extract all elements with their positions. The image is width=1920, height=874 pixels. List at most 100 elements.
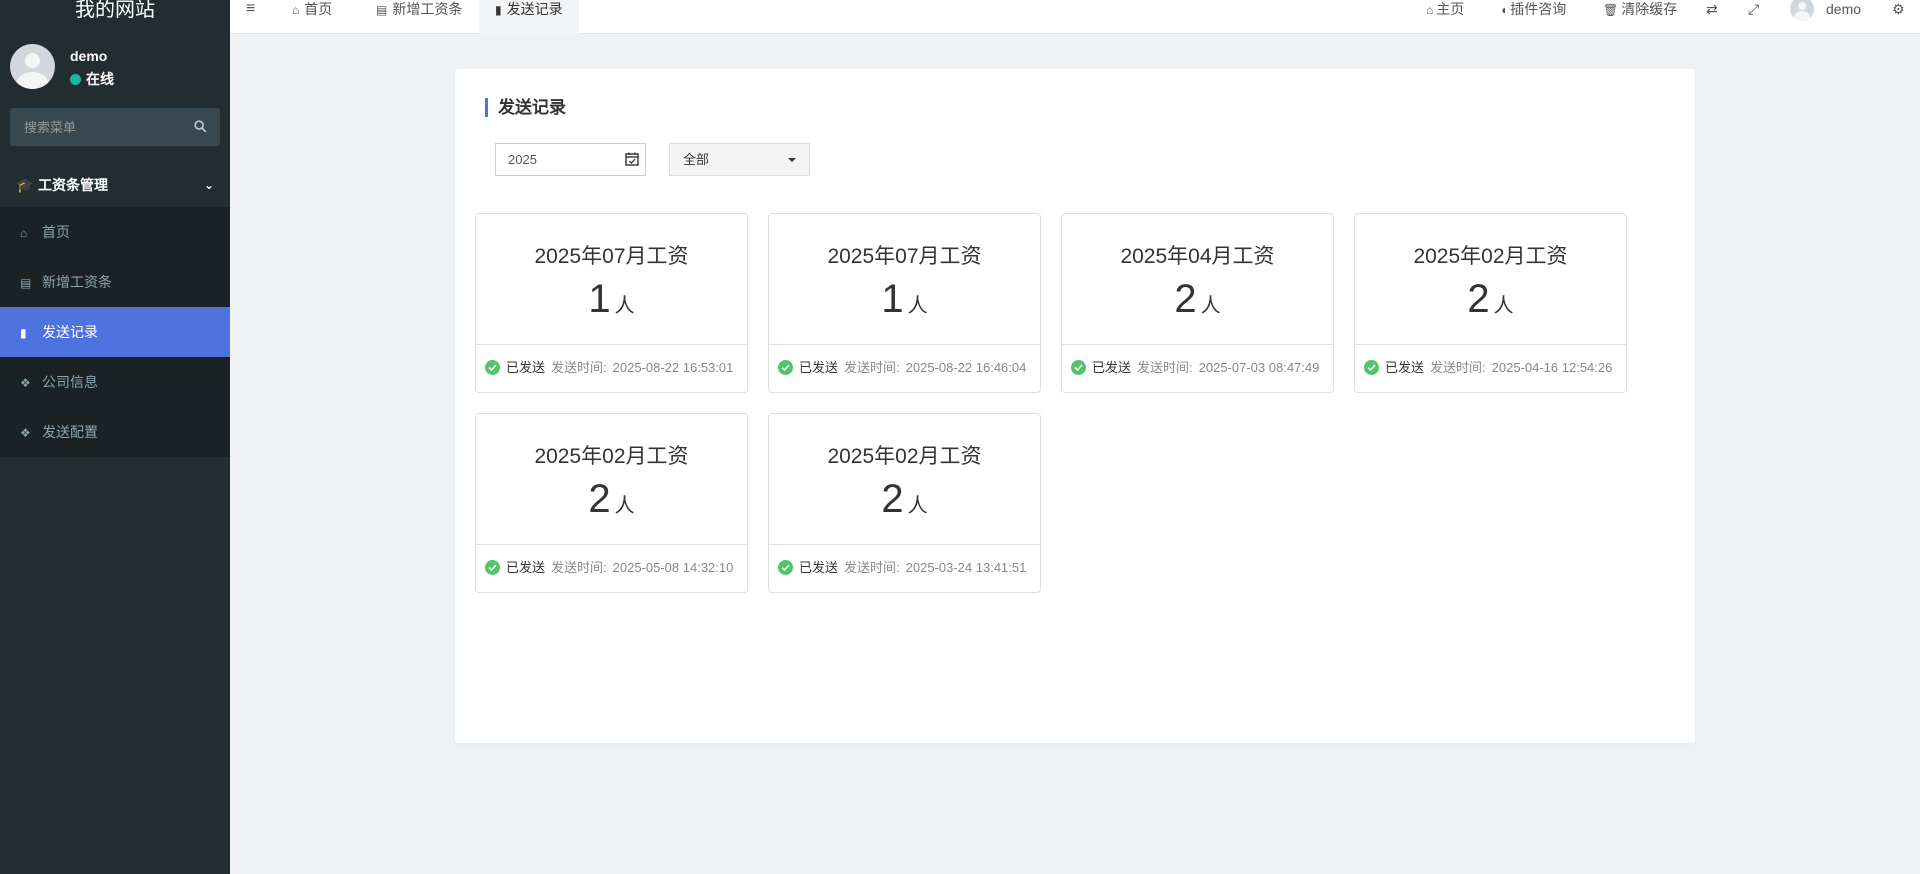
- qq-icon: ◖: [1500, 3, 1508, 17]
- record-count-number: 2: [1467, 277, 1490, 321]
- record-count: 1人: [769, 277, 1040, 322]
- record-time-label: 发送时间:: [844, 560, 900, 575]
- user-status: 在线: [70, 69, 114, 89]
- check-circle-icon: [778, 560, 793, 575]
- form-icon: ▤: [376, 3, 388, 17]
- record-count-number: 2: [1174, 277, 1197, 321]
- record-count: 2人: [476, 477, 747, 522]
- record-time: 2025-07-03 08:47:49: [1198, 360, 1320, 375]
- year-input[interactable]: [496, 144, 616, 175]
- tab-home[interactable]: ⌂ 首页: [276, 0, 348, 34]
- user-name: demo: [70, 48, 108, 64]
- user-status-label: 在线: [86, 71, 114, 87]
- record-footer: 已发送 发送时间: 2025-04-16 12:54:26: [1355, 344, 1626, 392]
- sidebar-item-send-config[interactable]: ❖ 发送配置: [0, 407, 230, 457]
- record-time: 2025-05-08 14:32:10: [612, 560, 734, 575]
- record-card[interactable]: 2025年02月工资 2人 已发送 发送时间: 2025-03-24 13:41:5…: [768, 413, 1041, 593]
- sidebar-item-label: 发送记录: [42, 324, 98, 340]
- sidebar-item-label: 新增工资条: [42, 274, 112, 290]
- record-time-label: 发送时间:: [844, 360, 900, 375]
- cubes-icon: ❖: [20, 426, 31, 440]
- send-records-panel: 发送记录 全部 2025年07月工资 1人 已发送发送时间:2025-08-22…: [455, 69, 1695, 743]
- record-time: 2025-04-16 12:54:26: [1491, 360, 1613, 375]
- record-time: 2025-08-22 16:46:04: [905, 360, 1027, 375]
- record-title: 2025年02月工资: [1413, 245, 1568, 268]
- record-time-label: 发送时间:: [551, 360, 607, 375]
- record-count: 2人: [1062, 277, 1333, 322]
- tab-send-records[interactable]: ▮ 发送记录: [479, 0, 579, 34]
- record-count-number: 2: [588, 477, 611, 521]
- record-time-label: 发送时间:: [1430, 360, 1486, 375]
- check-circle-icon: [778, 360, 793, 375]
- file-icon: ▮: [20, 326, 27, 340]
- sidebar-item-send-records[interactable]: ▮ 发送记录: [0, 307, 230, 357]
- record-count-number: 1: [588, 277, 611, 321]
- record-count-unit: 人: [907, 295, 928, 317]
- home-icon: ⌂: [1426, 3, 1434, 17]
- nav-plugin-link[interactable]: ◖ 插件咨询: [1500, 0, 1566, 19]
- record-time: 2025-08-22 16:53:01: [612, 360, 734, 375]
- settings-gears-icon[interactable]: ⚙: [1892, 0, 1905, 18]
- record-title: 2025年02月工资: [534, 445, 689, 468]
- sidebar: 我的网站 demo 在线 🎓工资条管理 ⌄ ⌂ 首页 ▤ 新增工资条 ▮ 发送记录 ❖…: [0, 0, 230, 874]
- sidebar-item-new-payslip[interactable]: ▤ 新增工资条: [0, 257, 230, 307]
- record-card[interactable]: 2025年07月工资 1人 已发送 发送时间: 2025-08-22 16:53:0…: [475, 213, 748, 393]
- home-icon: ⌂: [20, 226, 28, 240]
- record-card[interactable]: 2025年02月工资 2人 已发送 发送时间: 2025-05-08 14:32:1…: [475, 413, 748, 593]
- graduation-cap-icon: 🎓: [16, 177, 34, 193]
- record-time: 2025-03-24 13:41:51: [905, 560, 1027, 575]
- tab-label: 发送记录: [506, 1, 563, 17]
- check-circle-icon: [1071, 360, 1086, 375]
- record-count-unit: 人: [614, 295, 635, 317]
- record-status: 已发送: [506, 360, 546, 375]
- record-count: 1人: [476, 277, 747, 322]
- record-footer: 已发送 发送时间: 2025-08-22 16:46:04: [769, 344, 1040, 392]
- top-navbar: ≡ ⌂ 首页 ▤ 新增工资条 ▮ 发送记录 ⌂ 主页 ◖ 插件咨询 🗑 清除缓存 ⇄ ⤢ d…: [230, 0, 1920, 34]
- tab-new-payslip[interactable]: ▤ 新增工资条: [360, 0, 478, 34]
- year-filter[interactable]: [495, 143, 646, 176]
- nav-home-label: 主页: [1436, 1, 1465, 17]
- record-card[interactable]: 2025年02月工资 2人 已发送 发送时间: 2025-04-16 12:54:2…: [1354, 213, 1627, 393]
- site-brand[interactable]: 我的网站: [0, 0, 230, 22]
- file-icon: ▮: [495, 3, 502, 17]
- status-filter-value: 全部: [683, 152, 710, 167]
- record-count-unit: 人: [1200, 295, 1221, 317]
- sidebar-search: [10, 108, 220, 146]
- avatar[interactable]: [1790, 0, 1814, 21]
- menu-group-salary[interactable]: 🎓 工资条管理 ⌄: [0, 163, 230, 207]
- sidebar-item-company-info[interactable]: ❖ 公司信息: [0, 357, 230, 407]
- record-footer: 已发送 发送时间: 2025-08-22 16:53:01: [476, 344, 747, 392]
- user-panel: demo 在线: [0, 42, 230, 108]
- record-card[interactable]: 2025年04月工资 2人 已发送 发送时间: 2025-07-03 08:47:4…: [1061, 213, 1334, 393]
- fullscreen-icon[interactable]: ⤢: [1748, 0, 1759, 18]
- form-icon: ▤: [20, 276, 32, 290]
- record-footer: 已发送 发送时间: 2025-07-03 08:47:49: [1062, 344, 1333, 392]
- nav-clear-cache[interactable]: 🗑 清除缓存: [1603, 0, 1677, 19]
- tab-label: 新增工资条: [392, 1, 463, 17]
- search-icon[interactable]: [194, 120, 207, 133]
- language-icon[interactable]: ⇄: [1706, 0, 1718, 18]
- cubes-icon: ❖: [20, 376, 31, 390]
- record-count-unit: 人: [907, 495, 928, 517]
- sidebar-item-home[interactable]: ⌂ 首页: [0, 207, 230, 257]
- sidebar-item-label: 公司信息: [42, 374, 98, 390]
- submenu: ⌂ 首页 ▤ 新增工资条 ▮ 发送记录 ❖ 公司信息 ❖ 发送配置: [0, 207, 230, 457]
- menu-group-label: 工资条管理: [38, 177, 108, 193]
- record-card[interactable]: 2025年07月工资 1人 已发送 发送时间: 2025-08-22 16:46:0…: [768, 213, 1041, 393]
- chevron-down-icon: ⌄: [203, 178, 214, 192]
- sidebar-item-label: 发送配置: [42, 424, 98, 440]
- check-circle-icon: [1364, 360, 1379, 375]
- search-input[interactable]: [10, 108, 180, 146]
- record-status: 已发送: [1092, 360, 1132, 375]
- caret-down-icon: [788, 158, 796, 162]
- status-filter-select[interactable]: 全部: [669, 143, 810, 176]
- record-count-unit: 人: [1493, 295, 1514, 317]
- nav-home-link[interactable]: ⌂ 主页: [1426, 0, 1464, 19]
- calendar-icon[interactable]: [625, 152, 639, 166]
- record-title: 2025年07月工资: [534, 245, 689, 268]
- trash-icon: 🗑: [1603, 3, 1619, 17]
- home-icon: ⌂: [292, 3, 300, 17]
- menu-toggle-icon[interactable]: ≡: [246, 0, 255, 18]
- nav-username[interactable]: demo: [1826, 0, 1861, 18]
- check-circle-icon: [485, 560, 500, 575]
